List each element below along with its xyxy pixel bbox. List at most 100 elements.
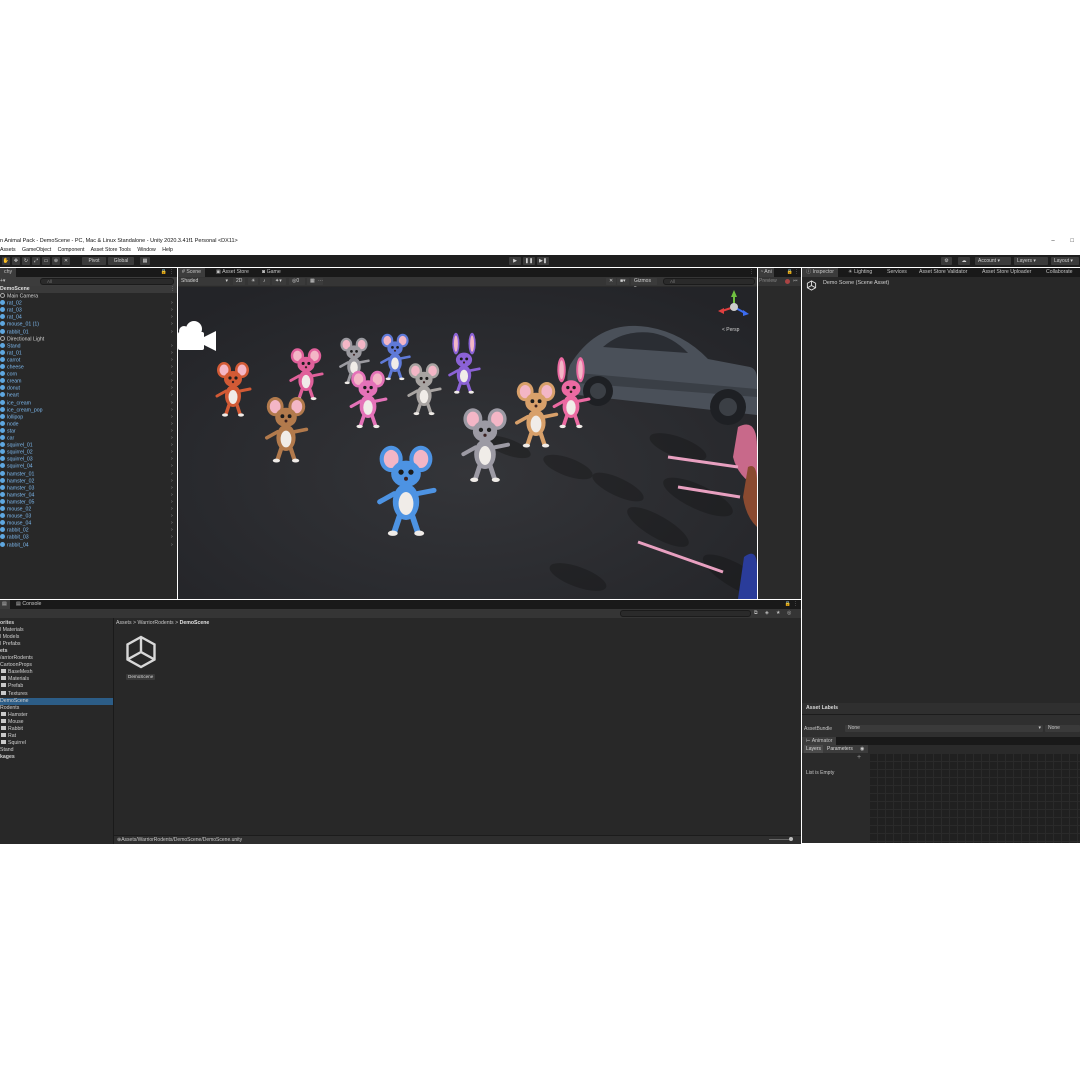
project-tree-item[interactable]: Prefab bbox=[0, 683, 113, 690]
hierarchy-item[interactable]: cheese › bbox=[0, 364, 173, 371]
hierarchy-item[interactable]: heart › bbox=[0, 392, 173, 399]
hierarchy-item[interactable]: star › bbox=[0, 427, 173, 435]
breadcrumb-assets[interactable]: Assets bbox=[116, 620, 132, 626]
tab-lighting[interactable]: ☀ Lighting bbox=[844, 268, 876, 277]
prefab-open-arrow-icon[interactable]: › bbox=[171, 442, 173, 449]
mode-2d-toggle[interactable]: 2D bbox=[233, 278, 245, 285]
scene-header-row[interactable]: DemoScene ⋮ bbox=[0, 286, 177, 293]
global-toggle[interactable]: Global bbox=[108, 257, 134, 265]
hierarchy-item[interactable]: rabbit_04 › bbox=[0, 541, 173, 549]
hierarchy-item[interactable]: squirrel_03 › bbox=[0, 456, 173, 463]
record-icon[interactable] bbox=[785, 279, 790, 284]
hierarchy-item[interactable]: corn › bbox=[0, 371, 173, 378]
hierarchy-item[interactable]: rat_03 › bbox=[0, 307, 173, 314]
account-dropdown[interactable]: Account ▾ bbox=[975, 257, 1011, 265]
prefab-open-arrow-icon[interactable]: › bbox=[171, 456, 173, 463]
menu-assets[interactable]: Assets bbox=[0, 247, 16, 253]
animator-parameters-tab[interactable]: Parameters bbox=[827, 745, 853, 753]
perspective-label[interactable]: < Persp bbox=[722, 327, 739, 333]
lighting-toggle-icon[interactable]: ☀ bbox=[248, 278, 258, 285]
prefab-open-arrow-icon[interactable]: › bbox=[171, 435, 173, 442]
asset-tile-demoscene[interactable]: DemoScene bbox=[122, 634, 160, 680]
project-tree-item[interactable]: Rabbit bbox=[0, 725, 113, 733]
breadcrumb-warriorrodents[interactable]: WarriorRodents bbox=[138, 620, 174, 626]
prefab-open-arrow-icon[interactable]: › bbox=[171, 428, 173, 435]
prefab-open-arrow-icon[interactable]: › bbox=[171, 400, 173, 407]
search-by-type-icon[interactable]: ⧉ bbox=[754, 610, 758, 617]
asset-labels-header[interactable]: Asset Labels bbox=[806, 705, 838, 711]
hierarchy-item[interactable]: mouse_04 › bbox=[0, 520, 173, 527]
project-tree-item[interactable]: Textures bbox=[0, 690, 113, 698]
hierarchy-item[interactable]: hamster_05 › bbox=[0, 498, 173, 506]
prefab-open-arrow-icon[interactable]: › bbox=[171, 357, 173, 364]
project-tree-item[interactable]: DemoScene bbox=[0, 697, 113, 705]
add-parameter-button[interactable]: + bbox=[857, 754, 861, 761]
project-tree-item[interactable]: CartoonProps bbox=[0, 662, 113, 669]
prefab-open-arrow-icon[interactable]: › bbox=[171, 378, 173, 385]
lock-icon[interactable]: 🔒 bbox=[161, 269, 167, 275]
tab-hierarchy[interactable]: chy bbox=[0, 268, 17, 277]
prefab-open-arrow-icon[interactable]: › bbox=[171, 506, 173, 513]
step-button[interactable]: ▶❚ bbox=[537, 257, 549, 265]
hierarchy-item[interactable]: ice_cream › bbox=[0, 399, 173, 407]
hierarchy-item[interactable]: Stand › bbox=[0, 342, 173, 350]
menu-asset-store-tools[interactable]: Asset Store Tools bbox=[91, 247, 131, 253]
tab-animator[interactable]: ⊢ Animator bbox=[802, 737, 837, 745]
effects-toggle-icon[interactable]: ✦▾ bbox=[272, 278, 286, 285]
scene-menu-icon[interactable]: ⋮ bbox=[170, 286, 175, 293]
project-tree-item[interactable]: l Prefabs bbox=[0, 641, 113, 648]
audio-toggle-icon[interactable]: ♪ bbox=[260, 278, 270, 285]
camera-settings-icon[interactable]: ■▾ bbox=[617, 278, 629, 285]
hierarchy-item[interactable]: hamster_04 › bbox=[0, 491, 173, 499]
project-tree-item[interactable]: Squirrel bbox=[0, 739, 113, 747]
tab-services[interactable]: Services bbox=[883, 268, 911, 277]
hidden-packages-icon[interactable]: ◎ bbox=[787, 610, 791, 617]
hierarchy-item[interactable]: mouse_02 › bbox=[0, 506, 173, 513]
kebab-menu-icon[interactable]: ⋮ bbox=[169, 269, 174, 275]
layers-dropdown[interactable]: Layers ▾ bbox=[1014, 257, 1048, 265]
hierarchy-item[interactable]: node › bbox=[0, 420, 173, 428]
hierarchy-item[interactable]: squirrel_01 › bbox=[0, 442, 173, 449]
project-tree-item[interactable]: l Models bbox=[0, 634, 113, 641]
project-tree-item[interactable]: BaseMesh bbox=[0, 669, 113, 676]
prefab-open-arrow-icon[interactable]: › bbox=[171, 449, 173, 456]
prefab-open-arrow-icon[interactable]: › bbox=[171, 300, 173, 307]
animation-lock-icon[interactable]: 🔒 bbox=[787, 269, 793, 275]
hierarchy-item[interactable]: squirrel_04 › bbox=[0, 463, 173, 470]
project-lock-icon[interactable]: 🔒 bbox=[785, 601, 791, 607]
layout-dropdown[interactable]: Layout ▾ bbox=[1051, 257, 1079, 265]
hierarchy-item[interactable]: carrot › bbox=[0, 356, 173, 364]
project-tree-item[interactable]: Stand bbox=[0, 747, 113, 754]
prefab-open-arrow-icon[interactable]: › bbox=[171, 321, 173, 328]
shading-mode-dropdown[interactable]: Shaded ▾ bbox=[178, 278, 230, 285]
tab-asset-store[interactable]: ▣ Asset Store bbox=[212, 268, 253, 277]
hierarchy-item[interactable]: Directional Light bbox=[0, 335, 44, 343]
preview-button[interactable]: Preview bbox=[759, 278, 777, 285]
icon-size-slider[interactable] bbox=[769, 839, 791, 840]
project-tree-item[interactable]: Rodents bbox=[0, 705, 113, 712]
maximize-button[interactable]: □ bbox=[1070, 238, 1074, 244]
tools-icon[interactable]: ✕ bbox=[606, 278, 616, 285]
tab-animation[interactable]: ◔ Ani bbox=[758, 268, 774, 277]
project-tree-item[interactable]: /arriorRodents bbox=[0, 655, 113, 662]
scene-render[interactable] bbox=[178, 287, 757, 599]
prefab-open-arrow-icon[interactable]: › bbox=[171, 520, 173, 527]
move-tool-icon[interactable]: ✥ bbox=[12, 257, 20, 265]
tab-asset-store-uploader[interactable]: Asset Store Uploader bbox=[978, 268, 1035, 277]
scene-kebab-icon[interactable]: ⋮ bbox=[749, 269, 754, 275]
variant-dropdown[interactable]: None bbox=[1045, 725, 1080, 732]
hierarchy-item[interactable]: hamster_01 › bbox=[0, 470, 173, 478]
menu-window[interactable]: Window bbox=[137, 247, 155, 253]
cloud-icon[interactable]: ☁ bbox=[958, 257, 970, 265]
animator-layers-tab[interactable]: Layers bbox=[804, 745, 824, 753]
favorites-star-icon[interactable]: ★ bbox=[776, 610, 780, 617]
prefab-open-arrow-icon[interactable]: › bbox=[171, 463, 173, 470]
prefab-open-arrow-icon[interactable]: › bbox=[171, 392, 173, 399]
prefab-open-arrow-icon[interactable]: › bbox=[171, 471, 173, 478]
scale-tool-icon[interactable]: ⤢ bbox=[32, 257, 40, 265]
project-tree-item[interactable]: ets bbox=[0, 648, 113, 655]
tab-asset-store-validator[interactable]: Asset Store Validator bbox=[915, 268, 971, 277]
prefab-open-arrow-icon[interactable]: › bbox=[171, 499, 173, 506]
hierarchy-item[interactable]: car › bbox=[0, 435, 173, 442]
tab-project[interactable]: ▤ bbox=[0, 600, 10, 609]
